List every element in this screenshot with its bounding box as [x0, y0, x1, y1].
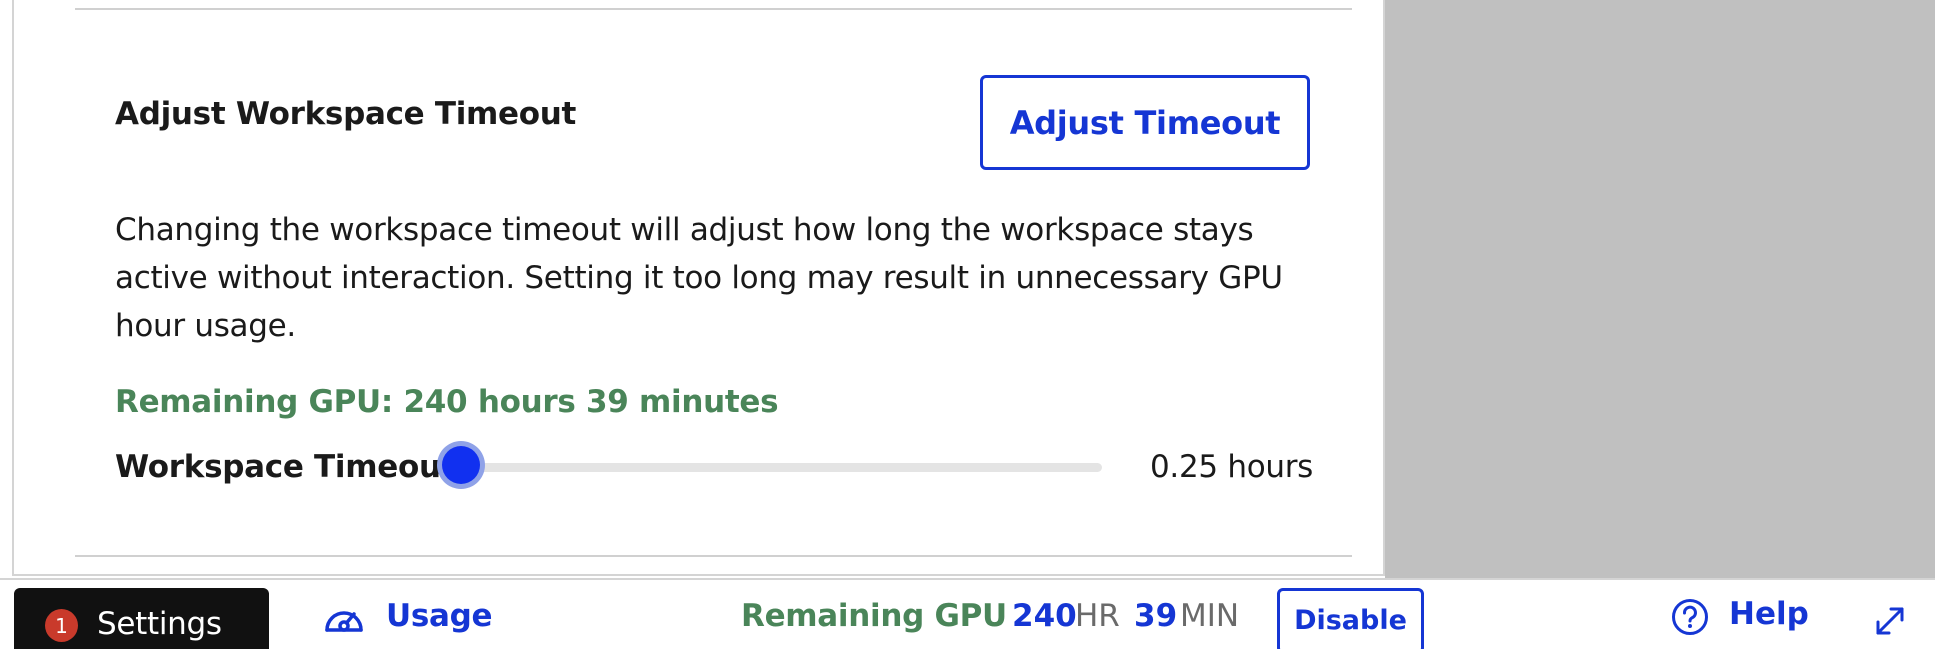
notification-badge: 1: [45, 609, 78, 642]
remaining-gpu-text: Remaining GPU: 240 hours 39 minutes: [115, 384, 779, 420]
timeout-slider-thumb[interactable]: [442, 446, 480, 484]
settings-panel: Adjust Workspace Timeout Adjust Timeout …: [12, 0, 1385, 576]
help-label: Help: [1729, 596, 1809, 632]
workspace-timeout-label: Workspace Timeout: [115, 449, 456, 485]
bottom-divider: [75, 555, 1352, 557]
settings-tab-label: Settings: [97, 606, 222, 642]
side-background: [1385, 0, 1935, 578]
adjust-timeout-button[interactable]: Adjust Timeout: [980, 75, 1310, 170]
timeout-slider-track[interactable]: [462, 463, 1102, 472]
usage-tab[interactable]: Usage: [322, 598, 493, 648]
remaining-hours-value: 240: [1012, 598, 1077, 634]
section-title: Adjust Workspace Timeout: [115, 96, 577, 132]
remaining-minutes-value: 39: [1134, 598, 1178, 634]
gauge-icon: [325, 611, 363, 632]
timeout-value: 0.25 hours: [1150, 449, 1314, 485]
timeout-description: Changing the workspace timeout will adju…: [115, 212, 1283, 344]
app-root: Adjust Workspace Timeout Adjust Timeout …: [0, 0, 1935, 649]
disable-button[interactable]: Disable: [1277, 588, 1424, 649]
top-divider: [75, 8, 1352, 10]
bottom-toolbar: 1 Settings Usage Remaining GPU 240 HR 39…: [0, 578, 1935, 649]
remaining-minutes-unit: MIN: [1180, 598, 1240, 634]
remaining-hours-unit: HR: [1075, 598, 1120, 634]
expand-arrows-icon[interactable]: [1873, 604, 1907, 638]
question-circle-icon: [1672, 599, 1708, 635]
help-link[interactable]: Help: [1671, 596, 1809, 636]
settings-tab[interactable]: 1 Settings: [14, 588, 269, 649]
usage-tab-label: Usage: [386, 598, 493, 634]
remaining-gpu-label: Remaining GPU: [741, 598, 1007, 634]
